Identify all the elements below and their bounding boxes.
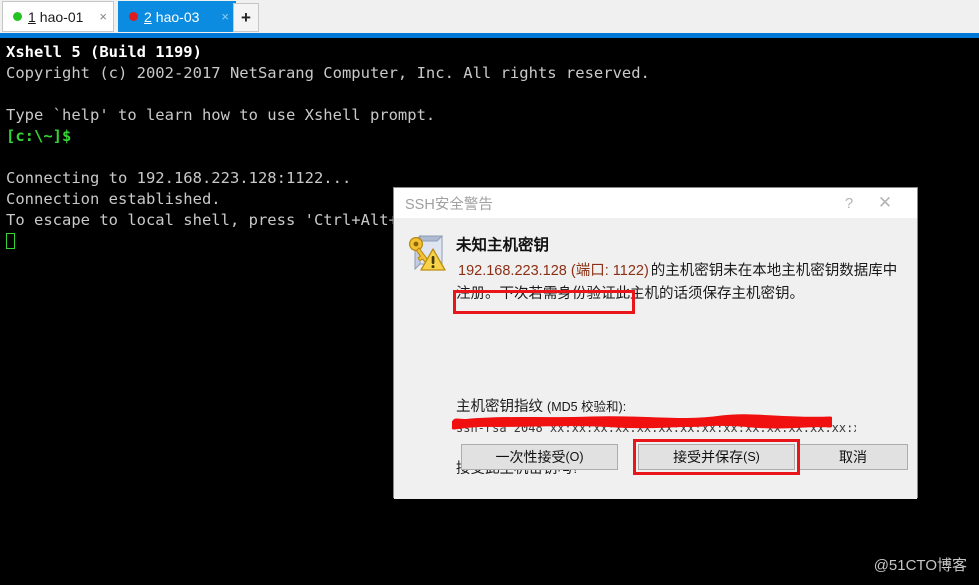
accept-and-save-button[interactable]: 接受并保存 (S) bbox=[638, 444, 795, 470]
watermark: @51CTO博客 bbox=[873, 557, 967, 574]
ssh-security-warning-dialog: SSH安全警告 ? ✕ 未知主机密钥 192.168.223.128 (端口: … bbox=[393, 187, 918, 499]
terminal-cursor bbox=[6, 233, 15, 249]
help-icon[interactable]: ? bbox=[831, 188, 867, 218]
accept-once-button[interactable]: 一次性接受 (O) bbox=[461, 444, 618, 470]
terminal-line-title: Xshell 5 (Build 1199) bbox=[6, 43, 202, 61]
fingerprint-label-main: 主机密钥指纹 bbox=[456, 399, 548, 415]
tab-number: 1 bbox=[28, 8, 36, 25]
tab-bar: 1 hao-01 × 2 hao-03 × + bbox=[0, 0, 979, 34]
tab-hao-01[interactable]: 1 hao-01 × bbox=[2, 1, 114, 32]
tab-number: 2 bbox=[144, 8, 152, 25]
fingerprint-label: 主机密钥指纹 (MD5 校验和): bbox=[456, 395, 626, 416]
dialog-body: 未知主机密钥 192.168.223.128 (端口: 1122) 的主机密钥未在… bbox=[394, 218, 917, 499]
terminal-line-connecting: Connecting to 192.168.223.128:1122... bbox=[6, 169, 352, 187]
tab-close-icon[interactable]: × bbox=[213, 9, 229, 24]
dialog-title: SSH安全警告 bbox=[405, 196, 493, 213]
terminal-line-escape-hint: To escape to local shell, press 'Ctrl+Al… bbox=[6, 211, 426, 229]
tab-label: hao-01 bbox=[39, 8, 84, 25]
dialog-heading: 未知主机密钥 bbox=[456, 237, 550, 254]
dialog-title-bar[interactable]: SSH安全警告 ? ✕ bbox=[394, 188, 917, 218]
tab-hao-03[interactable]: 2 hao-03 × bbox=[118, 1, 236, 32]
tab-status-dot-green bbox=[13, 12, 22, 21]
cancel-button[interactable]: 取消 bbox=[798, 444, 908, 470]
accept-and-save-label: 接受并保存 bbox=[673, 449, 744, 465]
close-icon[interactable]: ✕ bbox=[867, 188, 903, 218]
dialog-description: 192.168.223.128 (端口: 1122) 的主机密钥未在本地主机密钥数… bbox=[456, 260, 902, 306]
terminal-line-help-hint: Type `help' to learn how to use Xshell p… bbox=[6, 106, 436, 124]
terminal-prompt-local: [c:\~]$ bbox=[6, 127, 72, 145]
tab-close-icon[interactable]: × bbox=[91, 9, 107, 24]
accept-and-save-accesskey: (S) bbox=[743, 450, 760, 464]
fingerprint-value: ssh-rsa 2048 xx:xx:xx:xx:xx:xx:xx:xx:xx:… bbox=[456, 421, 856, 435]
accept-once-accesskey: (O) bbox=[565, 450, 584, 464]
accept-once-label: 一次性接受 bbox=[495, 449, 566, 465]
new-tab-button[interactable]: + bbox=[233, 3, 259, 32]
tab-label: hao-03 bbox=[155, 8, 200, 25]
key-warning-icon bbox=[408, 234, 446, 271]
tab-status-dot-red bbox=[129, 12, 138, 21]
terminal-line-copyright: Copyright (c) 2002-2017 NetSarang Comput… bbox=[6, 64, 650, 82]
terminal-line-established: Connection established. bbox=[6, 190, 221, 208]
host-address-text: 192.168.223.128 (端口: 1122) bbox=[458, 263, 649, 279]
fingerprint-label-checksum: (MD5 校验和): bbox=[547, 400, 627, 414]
